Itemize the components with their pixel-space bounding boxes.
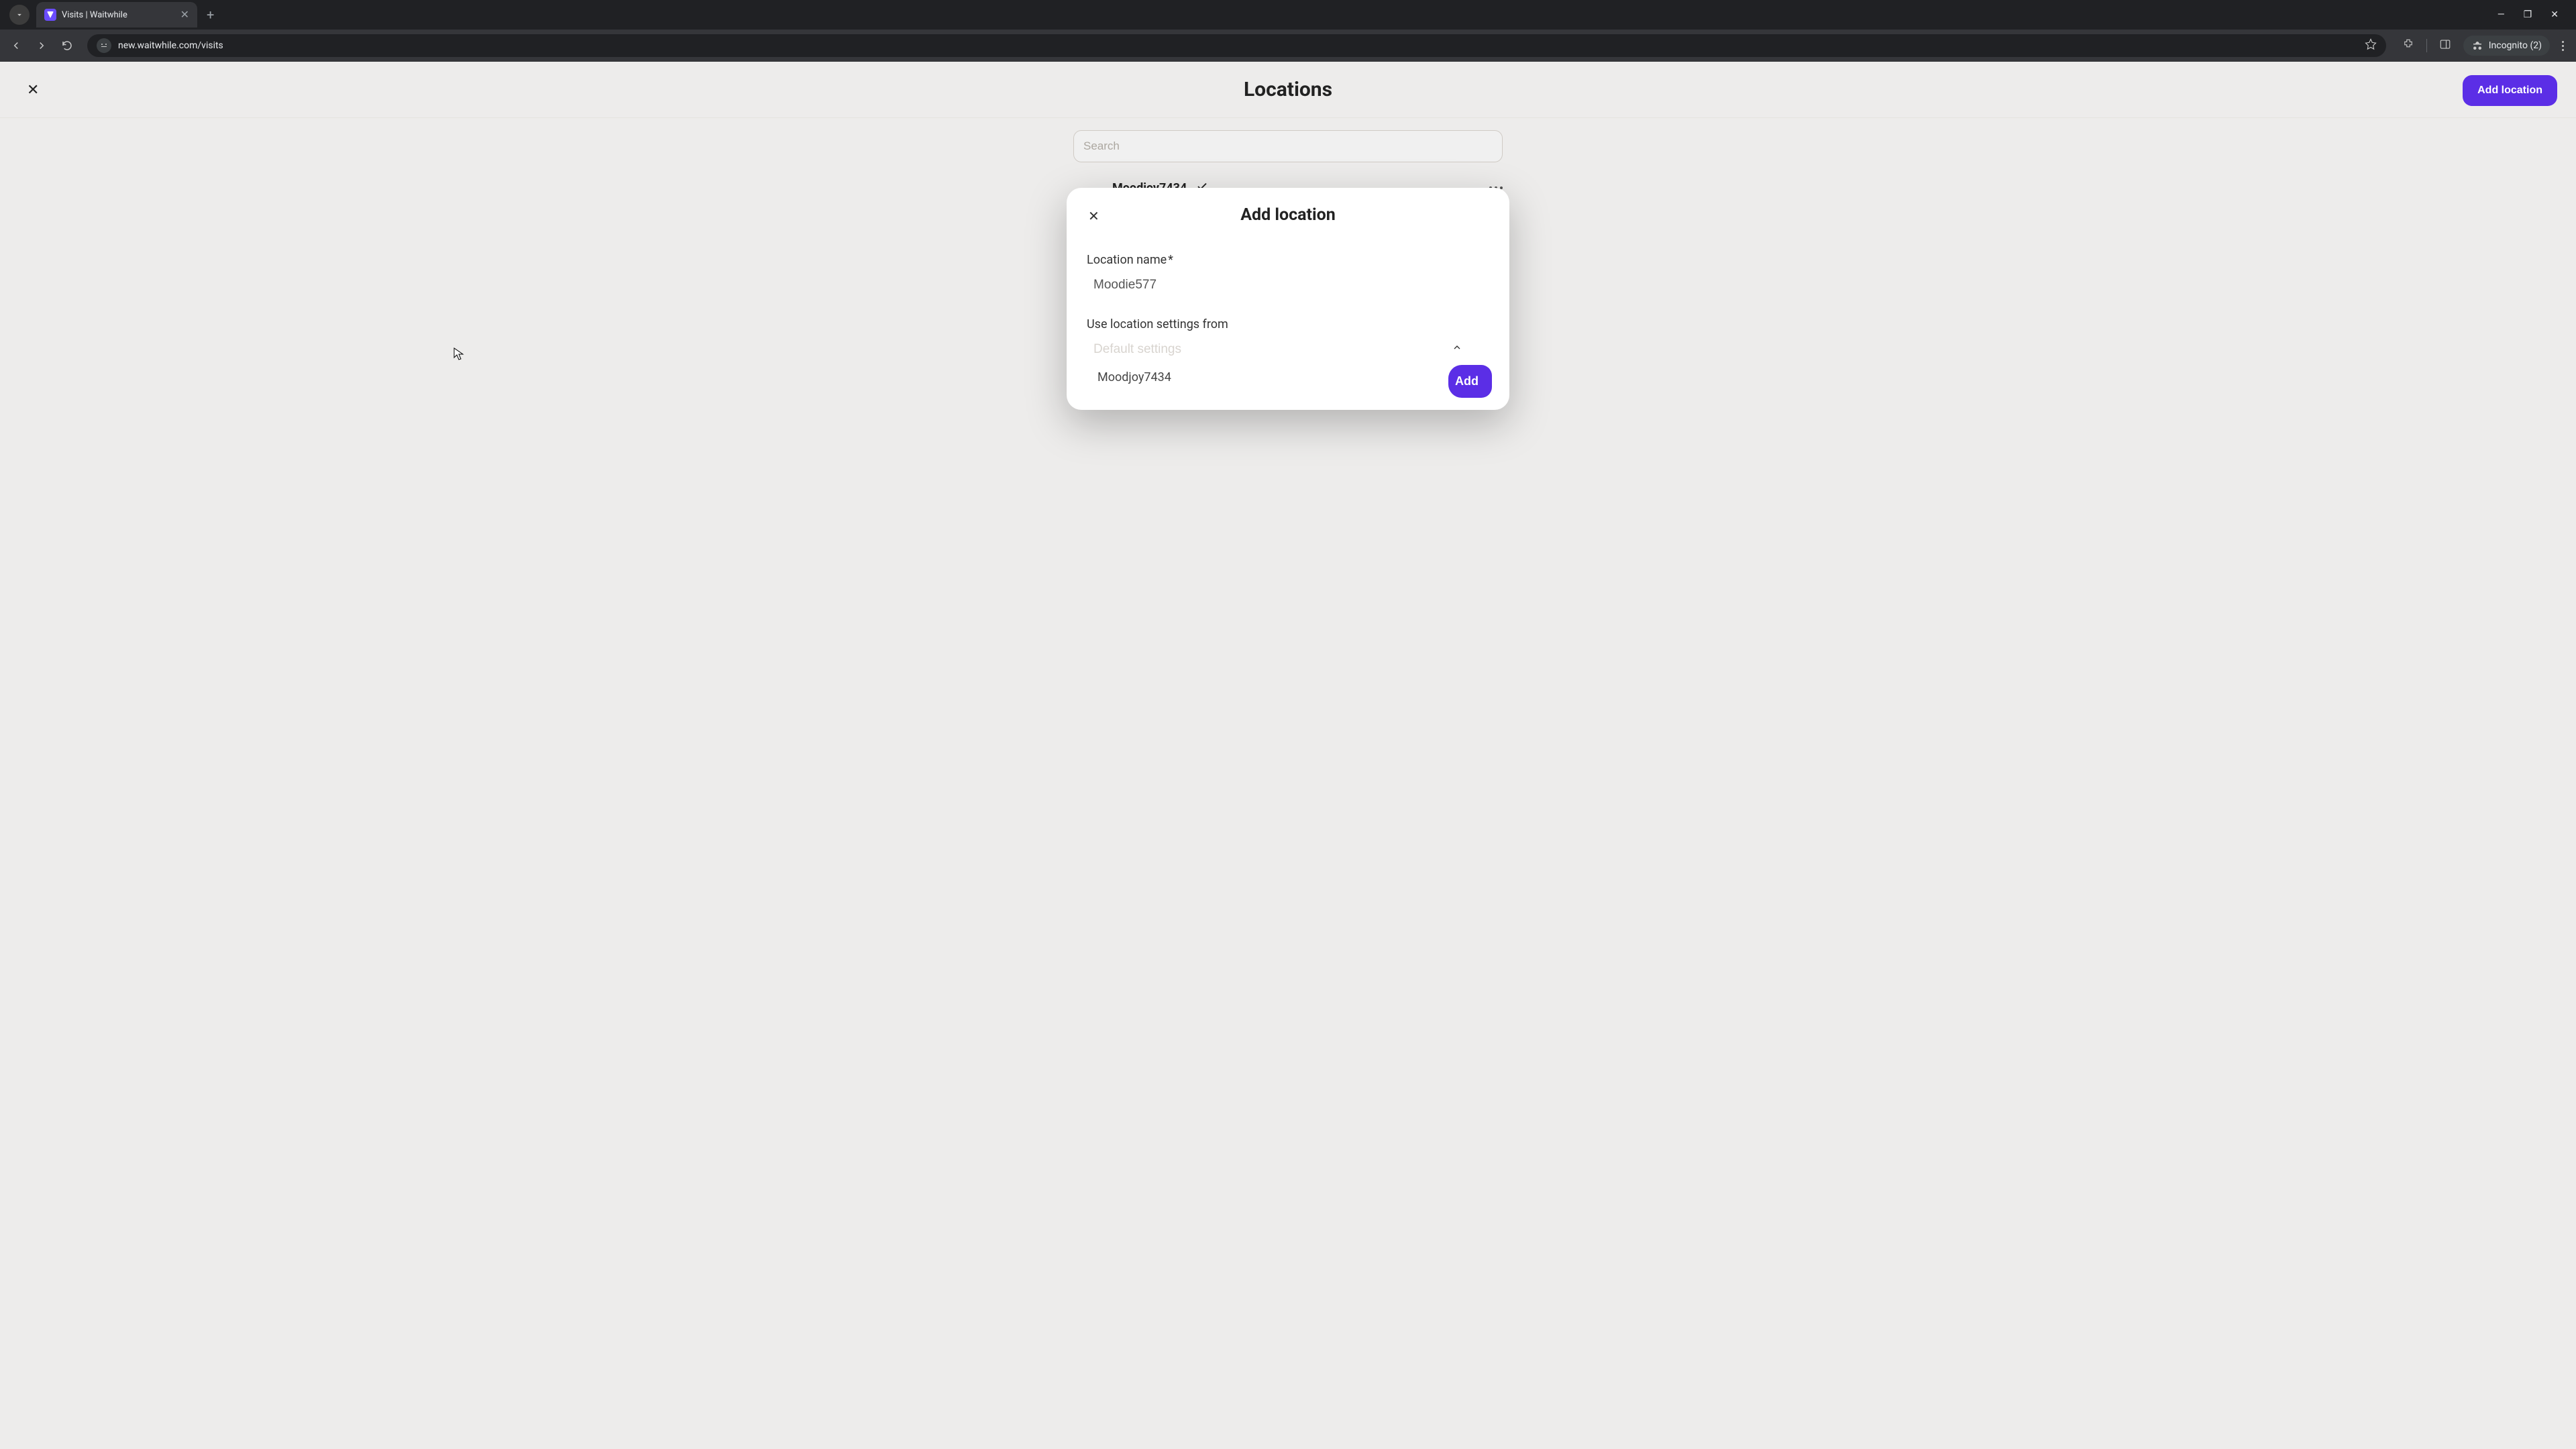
toolbar-right: Incognito (2) xyxy=(2397,36,2569,56)
tab-title: Visits | Waitwhile xyxy=(62,10,175,20)
waitwhile-favicon xyxy=(44,9,56,21)
settings-from-label: Use location settings from xyxy=(1087,317,1489,331)
address-bar[interactable]: new.waitwhile.com/visits xyxy=(87,34,2386,57)
url-text: new.waitwhile.com/visits xyxy=(118,40,2358,51)
location-name-label: Location name* xyxy=(1087,253,1489,267)
modal-title: Add location xyxy=(1087,205,1489,225)
add-submit-button[interactable]: Add xyxy=(1448,365,1492,398)
browser-chrome: Visits | Waitwhile ✕ + — ❐ ✕ new.waitwhi… xyxy=(0,0,2576,62)
settings-select-button[interactable]: Default settings xyxy=(1087,338,1469,361)
tab-close-icon[interactable]: ✕ xyxy=(180,9,189,20)
cursor-icon xyxy=(453,347,464,364)
tab-search-button[interactable] xyxy=(9,5,30,25)
settings-select-placeholder: Default settings xyxy=(1093,342,1181,357)
page-content: ✕ Locations Add location Moodjoy7434 ✕ A… xyxy=(0,62,2576,1449)
maximize-button[interactable]: ❐ xyxy=(2524,9,2532,20)
browser-menu-icon[interactable] xyxy=(2562,41,2564,51)
settings-select: Default settings Moodjoy7434 xyxy=(1087,338,1489,390)
extensions-icon[interactable] xyxy=(2402,38,2414,53)
bookmark-star-icon[interactable] xyxy=(2365,38,2377,53)
location-name-input[interactable] xyxy=(1087,274,1489,297)
modal-close-icon[interactable]: ✕ xyxy=(1088,208,1099,224)
incognito-label: Incognito (2) xyxy=(2489,40,2542,51)
chevron-up-icon xyxy=(1452,342,1462,357)
toolbar-divider xyxy=(2426,39,2427,52)
back-button[interactable] xyxy=(7,36,25,55)
modal-backdrop[interactable]: ✕ Add location Location name* Use locati… xyxy=(0,62,2576,1449)
reload-button[interactable] xyxy=(58,36,76,55)
browser-toolbar: new.waitwhile.com/visits Incognito (2) xyxy=(0,30,2576,62)
tab-strip: Visits | Waitwhile ✕ + — ❐ ✕ xyxy=(0,0,2576,30)
add-location-modal: ✕ Add location Location name* Use locati… xyxy=(1067,188,1509,410)
site-settings-icon[interactable] xyxy=(97,38,111,53)
browser-tab[interactable]: Visits | Waitwhile ✕ xyxy=(36,2,197,28)
minimize-button[interactable]: — xyxy=(2498,9,2505,20)
forward-button[interactable] xyxy=(32,36,51,55)
new-tab-button[interactable]: + xyxy=(207,8,214,21)
incognito-badge[interactable]: Incognito (2) xyxy=(2463,36,2550,56)
window-controls: — ❐ ✕ xyxy=(2498,9,2571,20)
close-window-button[interactable]: ✕ xyxy=(2551,9,2559,20)
side-panel-icon[interactable] xyxy=(2439,38,2451,53)
settings-option[interactable]: Moodjoy7434 xyxy=(1087,361,1489,390)
